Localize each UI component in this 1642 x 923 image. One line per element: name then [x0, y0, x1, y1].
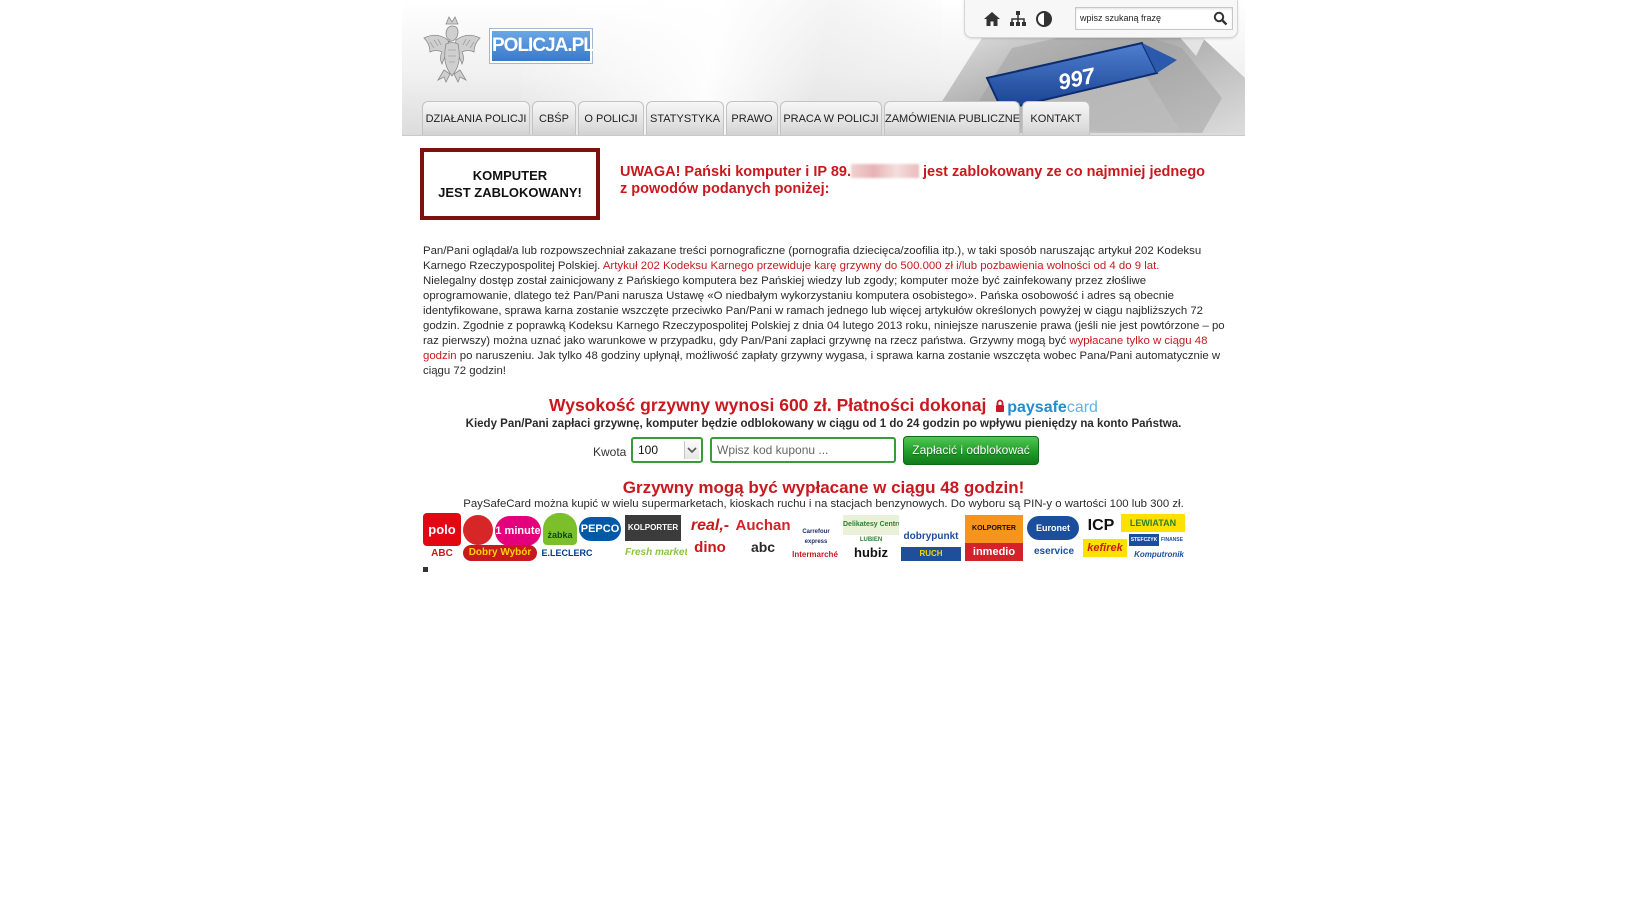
home-icon[interactable] — [982, 9, 1002, 29]
pepco-logo: PEPCO — [579, 517, 621, 541]
icp-logo: ICP — [1087, 517, 1115, 534]
euronet-logo: Euronet — [1027, 516, 1079, 540]
paysafecard-logo: paysafecard — [995, 399, 1098, 417]
lock-icon — [996, 399, 1005, 412]
kolporter-orange-logo: KOLPORTER — [965, 515, 1023, 543]
nav-tab-praca-w-policji[interactable]: PRACA W POLICJI — [780, 101, 882, 135]
polish-eagle-emblem — [423, 16, 481, 83]
p1-end: . — [1156, 260, 1160, 272]
search-icon[interactable] — [1213, 11, 1228, 26]
paragraph-1: Pan/Pani oglądał/a lub rozpowszechniał z… — [423, 244, 1233, 274]
retailer-logos: polo ABC 1 minute Dobry Wybór żabka E.LE… — [423, 513, 1227, 561]
fresh-market-logo: Fresh market — [625, 547, 687, 558]
chevron-down-icon[interactable] — [684, 441, 699, 459]
search-input[interactable] — [1078, 9, 1210, 27]
sitemap-icon[interactable] — [1008, 9, 1028, 29]
dobrypunkt-logo: dobrypunkt — [903, 531, 959, 542]
site-header: POLICJA.PL 997 wpisz szukaną frazę DZIAŁ… — [402, 0, 1245, 136]
fine-text: Wysokość grzywny wynosi 600 zł. Płatnośc… — [549, 395, 987, 415]
utility-bar — [964, 0, 1238, 38]
nav-tab-prawo[interactable]: PRAWO — [726, 101, 778, 135]
lewiatan-logo: LEWIATAN — [1121, 514, 1185, 532]
nav-tab-statystyka[interactable]: STATYSTYKA — [646, 101, 724, 135]
blocked-line-2: JEST ZABLOKOWANY! — [438, 185, 582, 200]
polo-logo: polo — [423, 513, 461, 546]
amount-label: Kwota — [593, 445, 627, 459]
zabka-logo: żabka — [543, 513, 577, 545]
blocked-line-1: KOMPUTER — [472, 168, 548, 183]
minute-logo: 1 minute — [495, 516, 541, 546]
real-logo: real,- — [690, 517, 730, 534]
policja-logo[interactable]: POLICJA.PL — [490, 29, 595, 63]
eservice-logo: eservice — [1033, 546, 1075, 557]
leclerc-logo: E.LECLERC — [541, 548, 593, 558]
nav-tab-cbsp[interactable]: CBŚP — [532, 101, 576, 135]
broken-image-marker — [423, 567, 428, 572]
accusation-text: Pan/Pani oglądał/a lub rozpowszechniał z… — [423, 244, 1233, 379]
nav-tab-o-policji[interactable]: O POLICJI — [578, 101, 644, 135]
auchan-logo: Auchan — [735, 517, 791, 534]
paragraph-2: Nielegalny dostęp został zainicjowany z … — [423, 274, 1233, 379]
lubien-logo: LUBIEN — [859, 537, 883, 543]
dobry-wybor-logo: Dobry Wybór — [463, 545, 537, 561]
p2-end: po naruszeniu. Jak tylko 48 godziny upły… — [423, 350, 1221, 377]
pay-and-unlock-button[interactable]: Zapłacić i odblokować — [903, 436, 1039, 465]
circle-mark — [463, 515, 493, 545]
unlock-info: Kiedy Pan/Pani zapłaci grzywnę, komputer… — [465, 418, 1182, 430]
stefczyk-logo: STEFCZYK — [1129, 534, 1159, 546]
intermarche-logo: Intermarché — [792, 550, 838, 559]
nav-tab-dzialania-policji[interactable]: DZIAŁANIA POLICJI — [422, 101, 530, 135]
hubiz-logo: hubiz — [854, 545, 888, 560]
dino-logo: dino — [694, 539, 726, 556]
payment-form: Kwota 100 Zapłacić i odblokować — [402, 434, 1245, 466]
card-text: card — [1066, 399, 1098, 416]
redacted-ip — [851, 164, 919, 178]
contrast-icon[interactable] — [1034, 9, 1054, 29]
warning-text-line2: z powodów podanych poniżej: — [620, 181, 830, 197]
komputronik-logo: Komputronik — [1134, 550, 1184, 559]
carrefour-logo: Carrefour express — [802, 529, 830, 545]
nav-tab-kontakt[interactable]: KONTAKT — [1022, 101, 1090, 135]
page-container: POLICJA.PL 997 wpisz szukaną frazę DZIAŁ… — [402, 0, 1245, 600]
finanse-logo: FINANSE — [1161, 537, 1183, 543]
where-to-buy-text: PaySafeCard można kupić w wielu supermar… — [463, 498, 1184, 510]
delikatesy-logo: Delikatesy Centrum — [843, 515, 899, 535]
ip-warning: UWAGA! Pański komputer i IP 89. jest zab… — [620, 164, 1220, 198]
nav-tab-zamowienia-publiczne[interactable]: ZAMÓWIENIA PUBLICZNE — [884, 101, 1020, 135]
deadline-heading: Grzywny mogą być wypłacane w ciągu 48 go… — [622, 478, 1025, 497]
kefirek-logo: kefirek — [1083, 539, 1127, 557]
abc-store-logo: abc — [750, 539, 776, 555]
paysafe-text: paysafe — [1007, 399, 1067, 416]
ruch-logo: RUCH — [901, 547, 961, 561]
warning-text-start: UWAGA! Pański komputer i IP 89. — [620, 164, 851, 180]
inmedio-logo: inmedio — [965, 543, 1023, 561]
p1-penalty: Artykuł 202 Kodeksu Karnego przewiduje k… — [602, 260, 1157, 272]
amount-select[interactable]: 100 — [631, 437, 703, 463]
fine-amount-heading: Wysokość grzywny wynosi 600 zł. Płatnośc… — [402, 395, 1245, 417]
search-box — [1075, 7, 1233, 30]
abc-logo: ABC — [423, 546, 461, 561]
amount-value: 100 — [638, 443, 659, 457]
warning-text-end: jest zablokowany ze co najmniej jednego — [919, 164, 1206, 180]
kolporter-logo: KOLPORTER — [625, 515, 681, 541]
coupon-code-input[interactable] — [710, 437, 896, 463]
computer-blocked-box: KOMPUTER JEST ZABLOKOWANY! — [420, 148, 600, 220]
